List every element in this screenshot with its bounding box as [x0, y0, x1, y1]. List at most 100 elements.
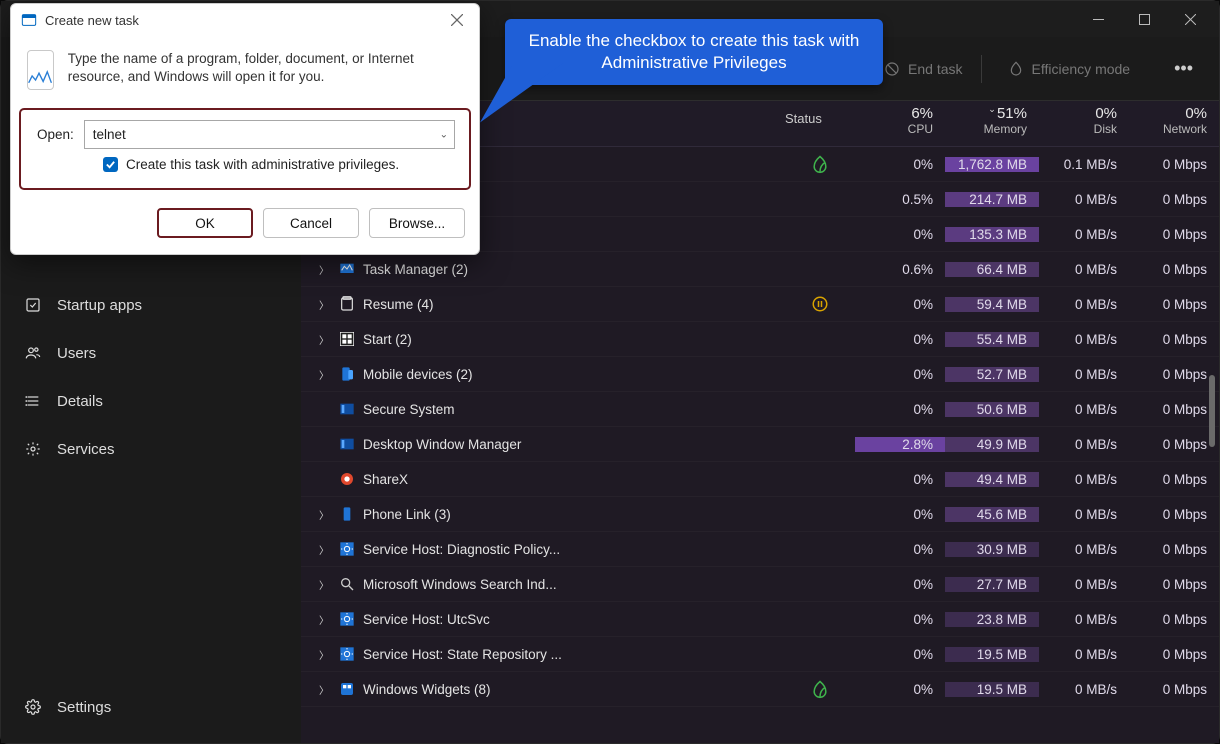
- process-disk: 0 MB/s: [1039, 507, 1129, 522]
- process-row[interactable]: 〉Resume (4)0%59.4 MB0 MB/s0 Mbps: [301, 287, 1219, 322]
- browse-button[interactable]: Browse...: [369, 208, 465, 238]
- process-icon: [339, 681, 355, 697]
- annotation-callout: Enable the checkbox to create this task …: [505, 19, 883, 85]
- ok-button[interactable]: OK: [157, 208, 253, 238]
- end-task-button[interactable]: End task: [876, 55, 981, 83]
- minimize-button[interactable]: [1075, 4, 1121, 34]
- process-memory: 49.9 MB: [945, 437, 1039, 452]
- expand-icon[interactable]: 〉: [319, 297, 331, 312]
- expand-icon[interactable]: 〉: [319, 577, 331, 592]
- process-disk: 0 MB/s: [1039, 402, 1129, 417]
- maximize-icon: [1139, 14, 1150, 25]
- efficiency-icon: [1008, 61, 1024, 77]
- process-network: 0 Mbps: [1129, 507, 1219, 522]
- column-header-disk[interactable]: 0% Disk: [1039, 101, 1129, 146]
- scrollbar-thumb[interactable]: [1209, 375, 1215, 447]
- expand-icon[interactable]: 〉: [319, 682, 331, 697]
- expand-icon[interactable]: 〉: [319, 542, 331, 557]
- expand-icon[interactable]: 〉: [319, 367, 331, 382]
- process-name: Task Manager (2): [363, 262, 468, 277]
- process-disk: 0 MB/s: [1039, 542, 1129, 557]
- expand-icon[interactable]: 〉: [319, 507, 331, 522]
- process-disk: 0 MB/s: [1039, 577, 1129, 592]
- process-cpu: 0%: [855, 157, 945, 172]
- process-cpu: 0%: [855, 647, 945, 662]
- sidebar-item-label: Users: [57, 345, 96, 362]
- admin-privileges-label: Create this task with administrative pri…: [126, 157, 399, 172]
- process-row[interactable]: 〉Service Host: Diagnostic Policy...0%30.…: [301, 532, 1219, 567]
- process-cpu: 0%: [855, 227, 945, 242]
- process-disk: 0 MB/s: [1039, 297, 1129, 312]
- sidebar-item-services[interactable]: Services: [1, 425, 301, 473]
- admin-privileges-checkbox[interactable]: [103, 157, 118, 172]
- sort-indicator-icon: ⌄: [988, 104, 996, 115]
- end-task-label: End task: [908, 61, 962, 77]
- efficiency-mode-button[interactable]: Efficiency mode: [1000, 55, 1149, 83]
- open-value: telnet: [93, 127, 126, 142]
- sidebar-item-users[interactable]: Users: [1, 329, 301, 377]
- process-status: [785, 154, 855, 174]
- process-cpu: 0%: [855, 542, 945, 557]
- highlighted-admin-group: Open: telnet ⌄ Create this task with adm…: [19, 108, 471, 190]
- expand-icon[interactable]: 〉: [319, 332, 331, 347]
- dialog-description: Type the name of a program, folder, docu…: [68, 50, 463, 86]
- process-row[interactable]: 〉Service Host: State Repository ...0%19.…: [301, 637, 1219, 672]
- process-network: 0 Mbps: [1129, 192, 1219, 207]
- process-row[interactable]: Desktop Window Manager2.8%49.9 MB0 MB/s0…: [301, 427, 1219, 462]
- efficiency-leaf-icon: [810, 679, 830, 699]
- process-row[interactable]: 〉Windows Widgets (8)0%19.5 MB0 MB/s0 Mbp…: [301, 672, 1219, 707]
- process-row[interactable]: Secure System0%50.6 MB0 MB/s0 Mbps: [301, 392, 1219, 427]
- process-icon: [339, 611, 355, 627]
- process-network: 0 Mbps: [1129, 577, 1219, 592]
- create-new-task-dialog: Create new task Type the name of a progr…: [10, 3, 480, 255]
- process-memory: 59.4 MB: [945, 297, 1039, 312]
- process-disk: 0 MB/s: [1039, 612, 1129, 627]
- column-header-status[interactable]: Status: [785, 101, 855, 146]
- process-icon: [339, 401, 355, 417]
- run-dialog-icon: [27, 50, 54, 90]
- settings-icon: [23, 697, 43, 717]
- column-header-network[interactable]: 0% Network: [1129, 101, 1219, 146]
- process-row[interactable]: 〉Task Manager (2)0.6%66.4 MB0 MB/s0 Mbps: [301, 252, 1219, 287]
- end-task-icon: [884, 61, 900, 77]
- expand-icon[interactable]: 〉: [319, 612, 331, 627]
- process-network: 0 Mbps: [1129, 297, 1219, 312]
- process-network: 0 Mbps: [1129, 647, 1219, 662]
- process-row[interactable]: 〉Mobile devices (2)0%52.7 MB0 MB/s0 Mbps: [301, 357, 1219, 392]
- sidebar-item-startup-apps[interactable]: Startup apps: [1, 281, 301, 329]
- dialog-close-button[interactable]: [443, 8, 471, 32]
- open-combobox[interactable]: telnet ⌄: [84, 120, 455, 149]
- details-icon: [23, 391, 43, 411]
- expand-icon[interactable]: 〉: [319, 262, 331, 277]
- process-cpu: 0%: [855, 612, 945, 627]
- process-cpu: 0.6%: [855, 262, 945, 277]
- column-header-memory[interactable]: ⌄ 51% Memory: [945, 101, 1039, 146]
- process-row[interactable]: ShareX0%49.4 MB0 MB/s0 Mbps: [301, 462, 1219, 497]
- sidebar-item-settings[interactable]: Settings: [1, 683, 301, 731]
- process-row[interactable]: 〉Service Host: UtcSvc0%23.8 MB0 MB/s0 Mb…: [301, 602, 1219, 637]
- process-memory: 1,762.8 MB: [945, 157, 1039, 172]
- process-network: 0 Mbps: [1129, 367, 1219, 382]
- sidebar-item-details[interactable]: Details: [1, 377, 301, 425]
- process-row[interactable]: 〉Microsoft Windows Search Ind...0%27.7 M…: [301, 567, 1219, 602]
- process-name: Microsoft Windows Search Ind...: [363, 577, 557, 592]
- expand-icon[interactable]: 〉: [319, 647, 331, 662]
- close-icon: [1185, 14, 1196, 25]
- close-button[interactable]: [1167, 4, 1213, 34]
- process-icon: [339, 471, 355, 487]
- sidebar-item-label: Services: [57, 441, 115, 458]
- process-disk: 0 MB/s: [1039, 227, 1129, 242]
- cancel-button[interactable]: Cancel: [263, 208, 359, 238]
- process-memory: 45.6 MB: [945, 507, 1039, 522]
- process-row[interactable]: 〉Start (2)0%55.4 MB0 MB/s0 Mbps: [301, 322, 1219, 357]
- process-icon: [339, 331, 355, 347]
- more-options-button[interactable]: •••: [1166, 58, 1201, 79]
- process-row[interactable]: 〉Phone Link (3)0%45.6 MB0 MB/s0 Mbps: [301, 497, 1219, 532]
- process-disk: 0 MB/s: [1039, 647, 1129, 662]
- process-memory: 50.6 MB: [945, 402, 1039, 417]
- process-cpu: 0%: [855, 402, 945, 417]
- column-header-cpu[interactable]: 6% CPU: [855, 101, 945, 146]
- close-icon: [451, 14, 463, 26]
- maximize-button[interactable]: [1121, 4, 1167, 34]
- process-cpu: 2.8%: [855, 437, 945, 452]
